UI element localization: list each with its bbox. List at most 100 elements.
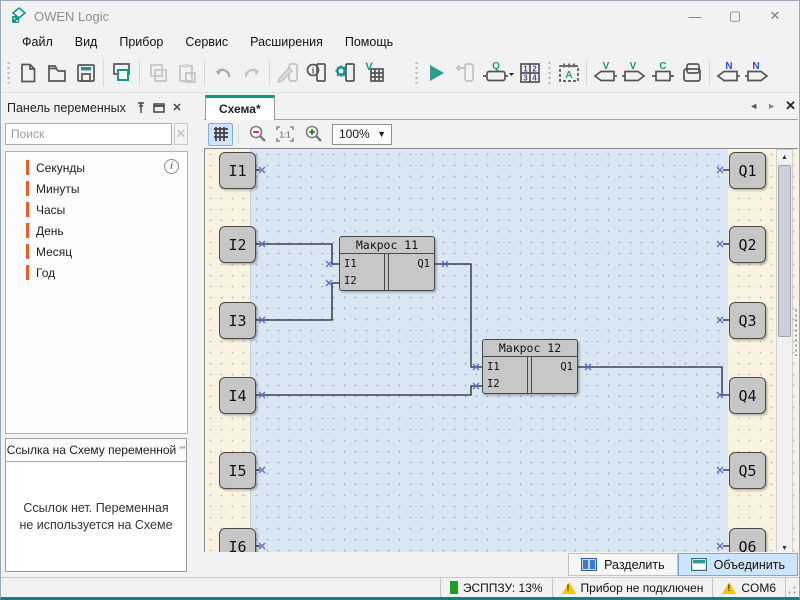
resize-grip[interactable] xyxy=(785,578,799,597)
output-variable-button[interactable]: V xyxy=(619,58,648,87)
input-block-i4[interactable]: I4 xyxy=(219,377,256,414)
menu-service[interactable]: Сервис xyxy=(174,33,239,51)
search-input[interactable] xyxy=(5,123,172,145)
upload-to-device-button[interactable] xyxy=(450,58,479,87)
pin-icon[interactable] xyxy=(132,100,150,116)
variable-reference-panel: Ссылка на Схему переменной “” Ссылок нет… xyxy=(5,438,187,572)
close-button[interactable]: ✕ xyxy=(755,1,795,31)
copy-button[interactable] xyxy=(143,58,172,87)
io-label: I2 xyxy=(228,236,246,254)
paste-button[interactable] xyxy=(172,58,201,87)
tab-scroll-right-icon[interactable]: ► xyxy=(767,101,776,111)
macro-output-pin[interactable]: Q1 xyxy=(560,361,573,373)
output-block-q2[interactable]: Q2 xyxy=(729,226,766,263)
reference-variable-quotes: “” xyxy=(179,445,185,455)
new-document-button[interactable] xyxy=(13,58,42,87)
input-network-variable-button[interactable]: N xyxy=(713,58,742,87)
scrollbar-thumb[interactable] xyxy=(778,165,791,337)
toolbar-grip[interactable] xyxy=(5,60,11,86)
variable-item-day[interactable]: День xyxy=(6,220,187,241)
svg-text:V: V xyxy=(629,61,636,72)
variable-item-hours[interactable]: Часы xyxy=(6,199,187,220)
undo-button[interactable] xyxy=(208,58,237,87)
right-panel-splitter[interactable] xyxy=(794,308,798,356)
macro-divider xyxy=(527,357,532,393)
toolbar-grip-3[interactable] xyxy=(546,60,552,86)
variable-item-minutes[interactable]: Минуты xyxy=(6,178,187,199)
macro-divider xyxy=(384,254,389,290)
split-view-label: Разделить xyxy=(604,558,665,572)
minimize-button[interactable]: — xyxy=(675,1,715,31)
merge-view-button[interactable]: Объединить xyxy=(678,553,798,576)
variable-marker xyxy=(26,244,29,259)
output-block-q3[interactable]: Q3 xyxy=(729,302,766,339)
variable-item-month[interactable]: Месяц xyxy=(6,241,187,262)
input-block-i5[interactable]: I5 xyxy=(219,452,256,489)
float-window-icon[interactable] xyxy=(150,100,168,116)
warning-icon xyxy=(722,582,736,594)
toolbar-grip-2[interactable] xyxy=(413,60,419,86)
warning-icon xyxy=(562,582,576,594)
maximize-button[interactable]: ▢ xyxy=(715,1,755,31)
output-block-q1[interactable]: Q1 xyxy=(729,152,766,189)
window-title: OWEN Logic xyxy=(34,9,109,24)
canvas-vertical-scrollbar[interactable]: ▲ ▼ xyxy=(776,149,793,556)
menu-view[interactable]: Вид xyxy=(64,33,109,51)
print-button[interactable] xyxy=(107,58,136,87)
variable-item-year[interactable]: Год xyxy=(6,262,187,283)
macro-title: Макрос 12 xyxy=(483,340,577,357)
menu-file[interactable]: Файл xyxy=(11,33,64,51)
debug-table-button[interactable]: 1 2 3 4 xyxy=(515,58,544,87)
start-simulation-button[interactable] xyxy=(421,58,450,87)
device-information-button[interactable]: i xyxy=(302,58,331,87)
output-network-variable-button[interactable]: N xyxy=(742,58,771,87)
variable-item-seconds[interactable]: Секунды i xyxy=(6,157,187,178)
tab-close-icon[interactable]: ✕ xyxy=(785,98,796,114)
macro-input-pin[interactable]: I1 xyxy=(344,258,357,270)
save-button[interactable] xyxy=(71,58,100,87)
chevron-down-icon: ▼ xyxy=(377,129,386,139)
actual-size-button[interactable]: 1:1 xyxy=(272,123,297,146)
menu-device[interactable]: Прибор xyxy=(108,33,174,51)
zoom-level-select[interactable]: 100% ▼ xyxy=(332,124,392,145)
input-block-i3[interactable]: I3 xyxy=(219,302,256,339)
open-project-button[interactable] xyxy=(42,58,71,87)
schema-canvas[interactable]: I1 I2 I3 I4 I5 I6 Q1 Q2 Q3 Q4 Q5 Q6 Макр… xyxy=(204,148,798,556)
macro-input-pin[interactable]: I2 xyxy=(344,275,357,287)
text-block-button[interactable]: A xyxy=(554,58,583,87)
svg-text:N: N xyxy=(725,61,732,72)
macro-block-12[interactable]: Макрос 12 I1 I2 Q1 xyxy=(482,339,578,394)
split-view-button[interactable]: Разделить xyxy=(568,553,678,576)
write-to-device-button[interactable] xyxy=(273,58,302,87)
input-block-i2[interactable]: I2 xyxy=(219,226,256,263)
macro-output-pin[interactable]: Q1 xyxy=(417,258,430,270)
panel-close-icon[interactable]: ✕ xyxy=(168,100,186,116)
constant-block-button[interactable]: C xyxy=(648,58,677,87)
variable-marker xyxy=(26,181,29,196)
macro-input-pin[interactable]: I1 xyxy=(487,361,500,373)
output-block-q5[interactable]: Q5 xyxy=(729,452,766,489)
scroll-up-icon[interactable]: ▲ xyxy=(777,150,792,165)
input-block-i1[interactable]: I1 xyxy=(219,152,256,189)
zoom-in-button[interactable] xyxy=(300,123,325,146)
input-variable-button[interactable]: V xyxy=(590,58,619,87)
zoom-out-button[interactable] xyxy=(244,123,269,146)
output-block-q4[interactable]: Q4 xyxy=(729,377,766,414)
svg-text:A: A xyxy=(565,70,572,81)
search-clear-button[interactable]: ✕ xyxy=(174,123,188,145)
menu-help[interactable]: Помощь xyxy=(334,33,404,51)
tab-schema[interactable]: Схема* xyxy=(205,95,275,120)
menu-extensions[interactable]: Расширения xyxy=(239,33,334,51)
svg-text:3: 3 xyxy=(523,73,528,82)
output-block-button[interactable]: Q xyxy=(479,58,515,87)
macro-block-11[interactable]: Макрос 11 I1 I2 Q1 xyxy=(339,236,435,291)
com-port-cell[interactable]: COM6 xyxy=(712,578,785,597)
redo-button[interactable] xyxy=(237,58,266,87)
toggle-grid-button[interactable] xyxy=(208,123,233,146)
variables-table-button[interactable]: V xyxy=(360,58,389,87)
device-configuration-button[interactable] xyxy=(331,58,360,87)
macro-input-pin[interactable]: I2 xyxy=(487,378,500,390)
memory-block-button[interactable] xyxy=(677,58,706,87)
info-icon[interactable]: i xyxy=(164,159,179,174)
tab-scroll-left-icon[interactable]: ◄ xyxy=(749,101,758,111)
